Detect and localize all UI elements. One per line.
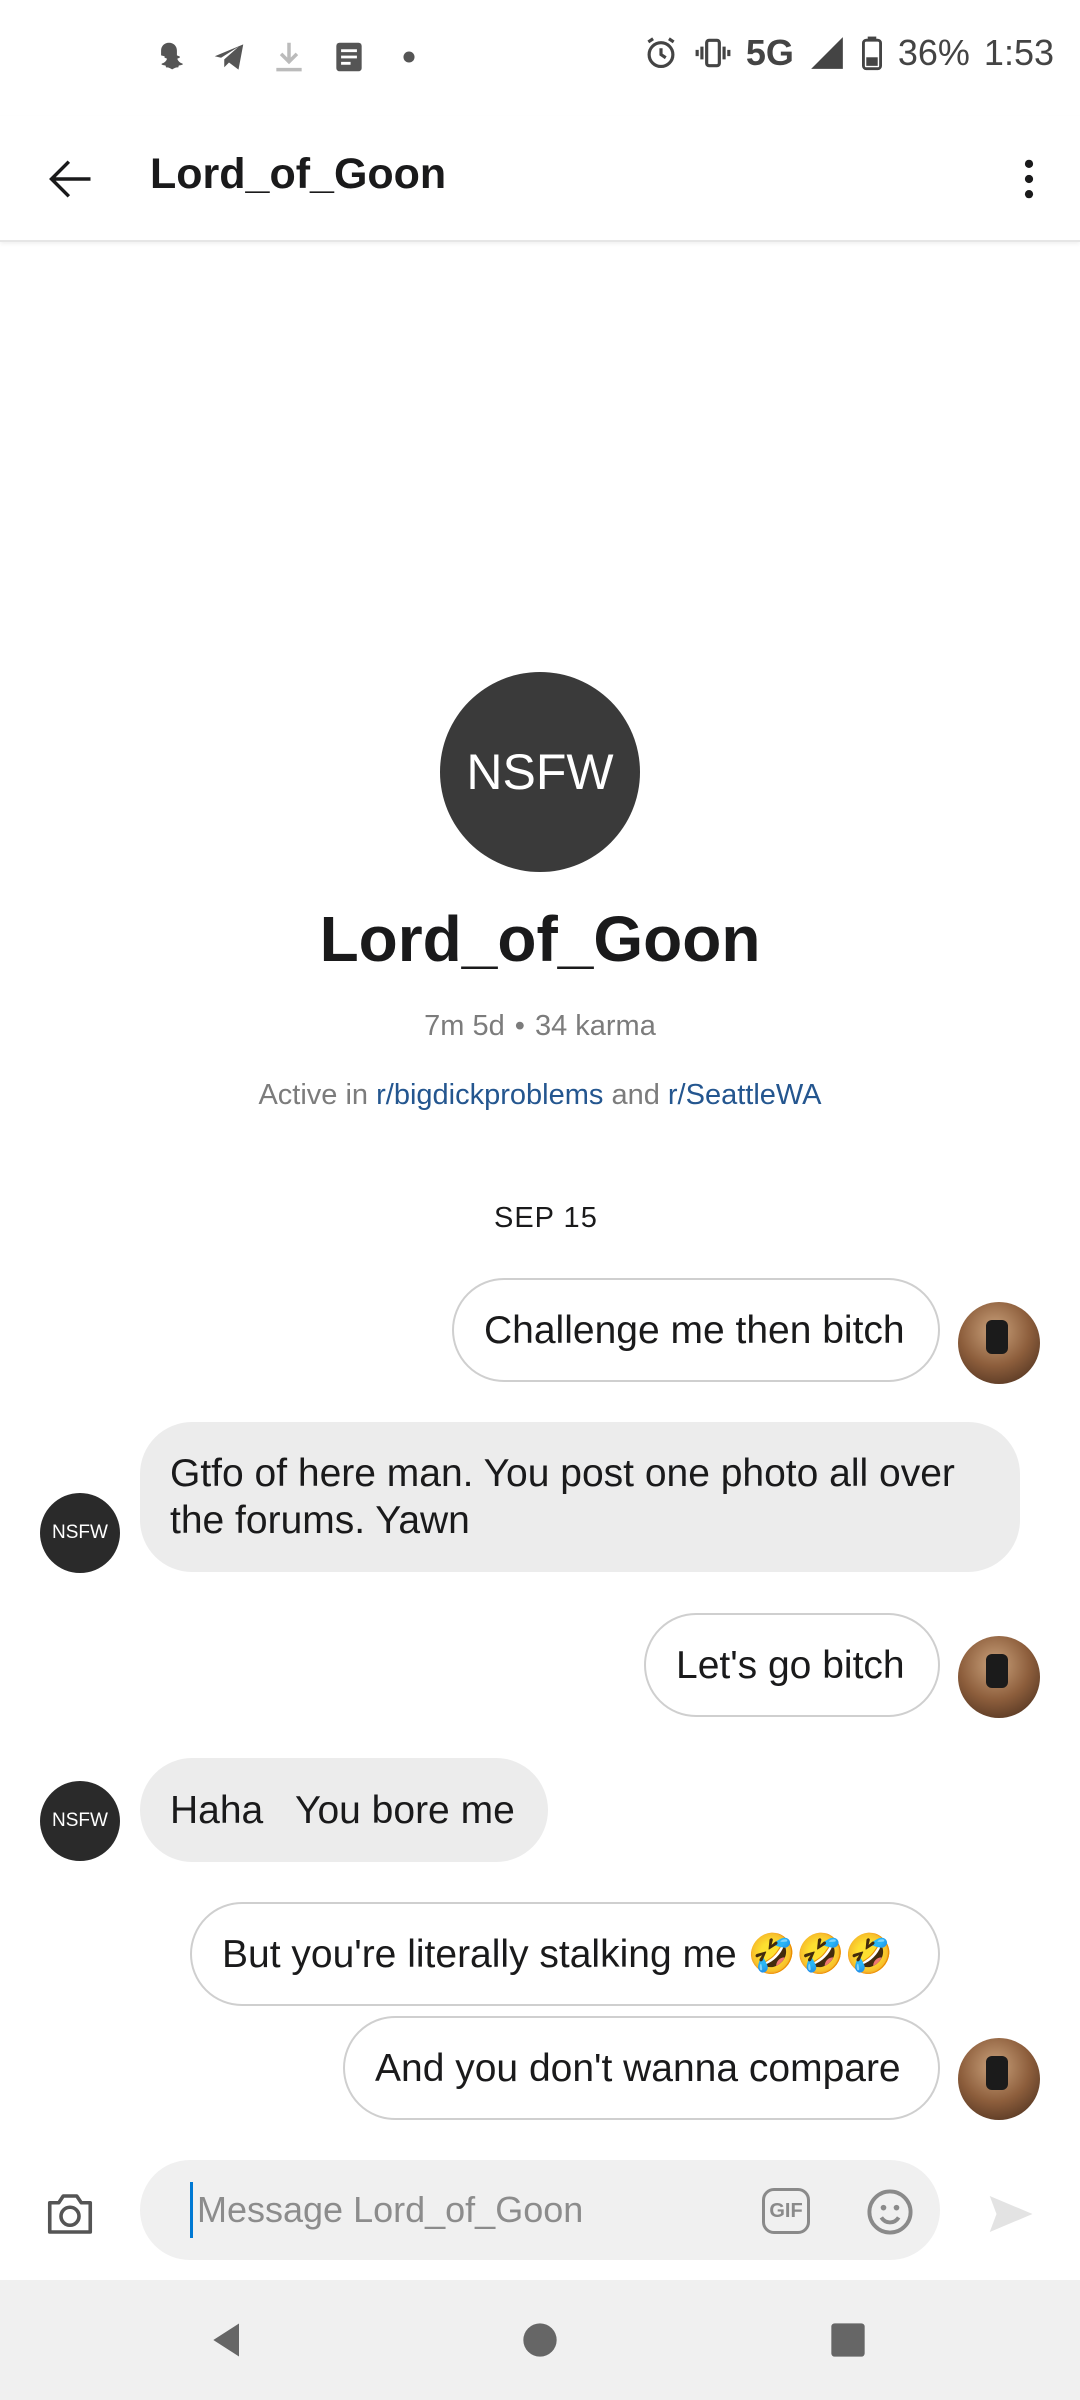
camera-icon (47, 2194, 93, 2234)
message-text: But you're literally stalking me 🤣🤣🤣 (222, 1932, 894, 1976)
nav-recents-button[interactable] (818, 2310, 878, 2370)
dot-icon (390, 38, 428, 76)
message-text: Challenge me then bitch (484, 1308, 905, 1352)
gif-button[interactable]: GIF (762, 2188, 810, 2234)
sender-avatar[interactable]: NSFW (40, 1493, 120, 1573)
snapchat-icon (150, 38, 188, 76)
message-bubble-sent[interactable]: Challenge me then bitch (452, 1278, 940, 1382)
system-status: 5G 36% 1:53 (642, 32, 1054, 74)
system-nav-bar (0, 2280, 1080, 2400)
network-type: 5G (745, 32, 794, 73)
send-icon (989, 2196, 1033, 2232)
karma-count: 34 karma (534, 1010, 656, 1042)
more-vertical-icon (1024, 159, 1034, 199)
subreddit-link-bigdickproblems[interactable]: r/bigdickproblems (376, 1079, 603, 1111)
subreddit-link-seattlewa[interactable]: r/SeattleWA (668, 1079, 822, 1111)
emoji-icon (867, 2189, 913, 2235)
message-bubble-received[interactable]: Gtfo of here man. You post one photo all… (140, 1422, 1020, 1572)
my-avatar[interactable] (958, 1636, 1040, 1718)
message-text: Let's go bitch (676, 1643, 905, 1687)
telegram-icon (210, 38, 248, 76)
circle-home-icon (523, 2323, 557, 2357)
date-divider: SEP 15 (494, 1202, 598, 1234)
top-app-bar: Lord_of_Goon (0, 116, 1080, 242)
message-text: Haha You bore me (170, 1788, 515, 1832)
send-button[interactable] (980, 2184, 1040, 2244)
clock: 1:53 (983, 32, 1054, 73)
nav-home-button[interactable] (510, 2310, 570, 2370)
battery-icon (860, 34, 884, 72)
alarm-icon (642, 34, 680, 72)
nav-back-button[interactable] (198, 2310, 258, 2370)
message-bubble-sent[interactable]: And you don't wanna compare (343, 2016, 940, 2120)
page-title: Lord_of_Goon (150, 150, 447, 198)
meta-separator: • (514, 1010, 525, 1042)
message-input[interactable] (190, 2182, 750, 2238)
profile-name: Lord_of_Goon (319, 903, 761, 975)
my-avatar[interactable] (958, 2038, 1040, 2120)
arrow-left-icon (49, 160, 91, 198)
my-avatar[interactable] (958, 1302, 1040, 1384)
profile-meta: 7m 5d • 34 karma (0, 1010, 1080, 1043)
active-in: Active in r/bigdickproblems and r/Seattl… (0, 1079, 1080, 1112)
square-recents-icon (831, 2323, 865, 2357)
account-age: 7m 5d (424, 1010, 505, 1042)
message-bubble-sent[interactable]: But you're literally stalking me 🤣🤣🤣 (190, 1902, 940, 2006)
active-and: and (603, 1079, 668, 1111)
message-input-container: GIF (140, 2160, 940, 2260)
status-bar: 5G 36% 1:53 (0, 0, 1080, 116)
more-options-button[interactable] (994, 144, 1064, 214)
download-icon (270, 38, 308, 76)
notes-icon (330, 38, 368, 76)
notification-icons (150, 38, 428, 76)
emoji-button[interactable] (864, 2186, 916, 2238)
message-text: And you don't wanna compare (375, 2046, 901, 2090)
triangle-back-icon (213, 2323, 239, 2357)
message-bubble-sent[interactable]: Let's go bitch (644, 1613, 940, 1717)
camera-button[interactable] (40, 2184, 100, 2244)
back-button[interactable] (36, 144, 106, 214)
profile-avatar[interactable]: NSFW (440, 672, 640, 872)
message-composer: GIF (0, 2150, 1080, 2276)
sender-avatar[interactable]: NSFW (40, 1781, 120, 1861)
vibrate-icon (694, 34, 732, 72)
battery-percent: 36% (897, 32, 970, 73)
active-prefix: Active in (258, 1079, 377, 1111)
signal-icon (808, 34, 846, 72)
message-bubble-received[interactable]: Haha You bore me (140, 1758, 548, 1862)
profile-header: NSFW Lord_of_Goon 7m 5d • 34 karma Active … (0, 672, 1080, 1112)
message-text: Gtfo of here man. You post one photo all… (170, 1452, 955, 1542)
